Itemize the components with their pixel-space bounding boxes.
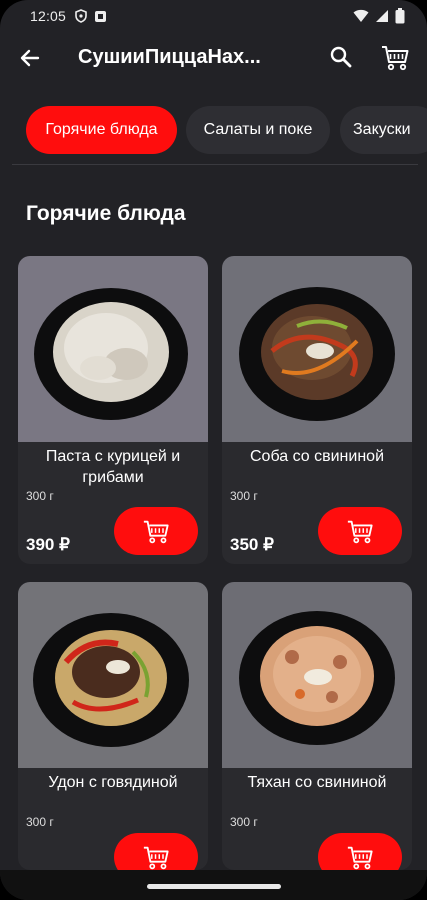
add-to-cart-button[interactable] xyxy=(114,833,198,870)
product-weight: 300 г xyxy=(26,489,54,503)
dish-plate-icon xyxy=(34,288,188,420)
product-weight: 300 г xyxy=(230,489,258,503)
add-to-cart-icon xyxy=(143,846,169,870)
product-photo xyxy=(18,256,208,442)
page-title: СушииПиццаНах... xyxy=(78,46,261,68)
product-card[interactable]: Тяхан со свининой 300 г xyxy=(222,582,412,870)
product-card[interactable]: Удон с говядиной 300 г xyxy=(18,582,208,870)
section-title: Горячие блюда xyxy=(26,202,186,225)
battery-icon xyxy=(395,8,405,24)
add-to-cart-button[interactable] xyxy=(318,833,402,870)
gesture-handle[interactable] xyxy=(147,884,281,889)
wifi-icon xyxy=(353,9,369,22)
product-price: 390 ₽ xyxy=(26,535,70,554)
product-weight: 300 г xyxy=(230,815,258,829)
category-chips: Горячие блюда Салаты и поке Закуски xyxy=(0,106,427,156)
product-name: Тяхан со свининой xyxy=(247,774,387,791)
back-arrow-icon[interactable] xyxy=(18,46,42,70)
status-time: 12:05 xyxy=(30,8,67,24)
divider xyxy=(12,164,418,165)
cart-icon[interactable] xyxy=(380,42,410,72)
add-to-cart-button[interactable] xyxy=(114,507,198,555)
product-photo xyxy=(18,582,208,768)
product-name: Удон с говядиной xyxy=(48,774,178,791)
add-to-cart-icon xyxy=(347,846,373,870)
shield-icon xyxy=(75,9,87,23)
search-icon[interactable] xyxy=(328,44,354,70)
product-name: Паста с курицей и грибами xyxy=(45,448,181,486)
system-navigation-bar xyxy=(0,870,427,900)
dish-plate-icon xyxy=(239,611,395,745)
notification-icon xyxy=(95,10,107,22)
product-photo xyxy=(222,256,412,442)
signal-icon xyxy=(376,10,388,22)
status-bar: 12:05 xyxy=(0,0,427,32)
product-weight: 300 г xyxy=(26,815,54,829)
chip-salads-poke[interactable]: Салаты и поке xyxy=(186,106,330,154)
product-name: Соба со свининой xyxy=(250,448,384,465)
product-card[interactable]: Паста с курицей и грибами 300 г 390 ₽ xyxy=(18,256,208,564)
dish-plate-icon xyxy=(33,613,189,747)
product-card[interactable]: Соба со свининой 300 г 350 ₽ xyxy=(222,256,412,564)
add-to-cart-icon xyxy=(347,520,373,544)
product-price: 350 ₽ xyxy=(230,535,274,554)
app-screen: 12:05 СушииПиццаНах... Горячие блюда Сал… xyxy=(0,0,427,900)
add-to-cart-button[interactable] xyxy=(318,507,402,555)
chip-hot-dishes[interactable]: Горячие блюда xyxy=(26,106,177,154)
product-photo xyxy=(222,582,412,768)
add-to-cart-icon xyxy=(143,520,169,544)
app-bar: СушииПиццаНах... xyxy=(0,32,427,84)
chip-snacks[interactable]: Закуски xyxy=(340,106,427,154)
dish-plate-icon xyxy=(239,287,395,421)
